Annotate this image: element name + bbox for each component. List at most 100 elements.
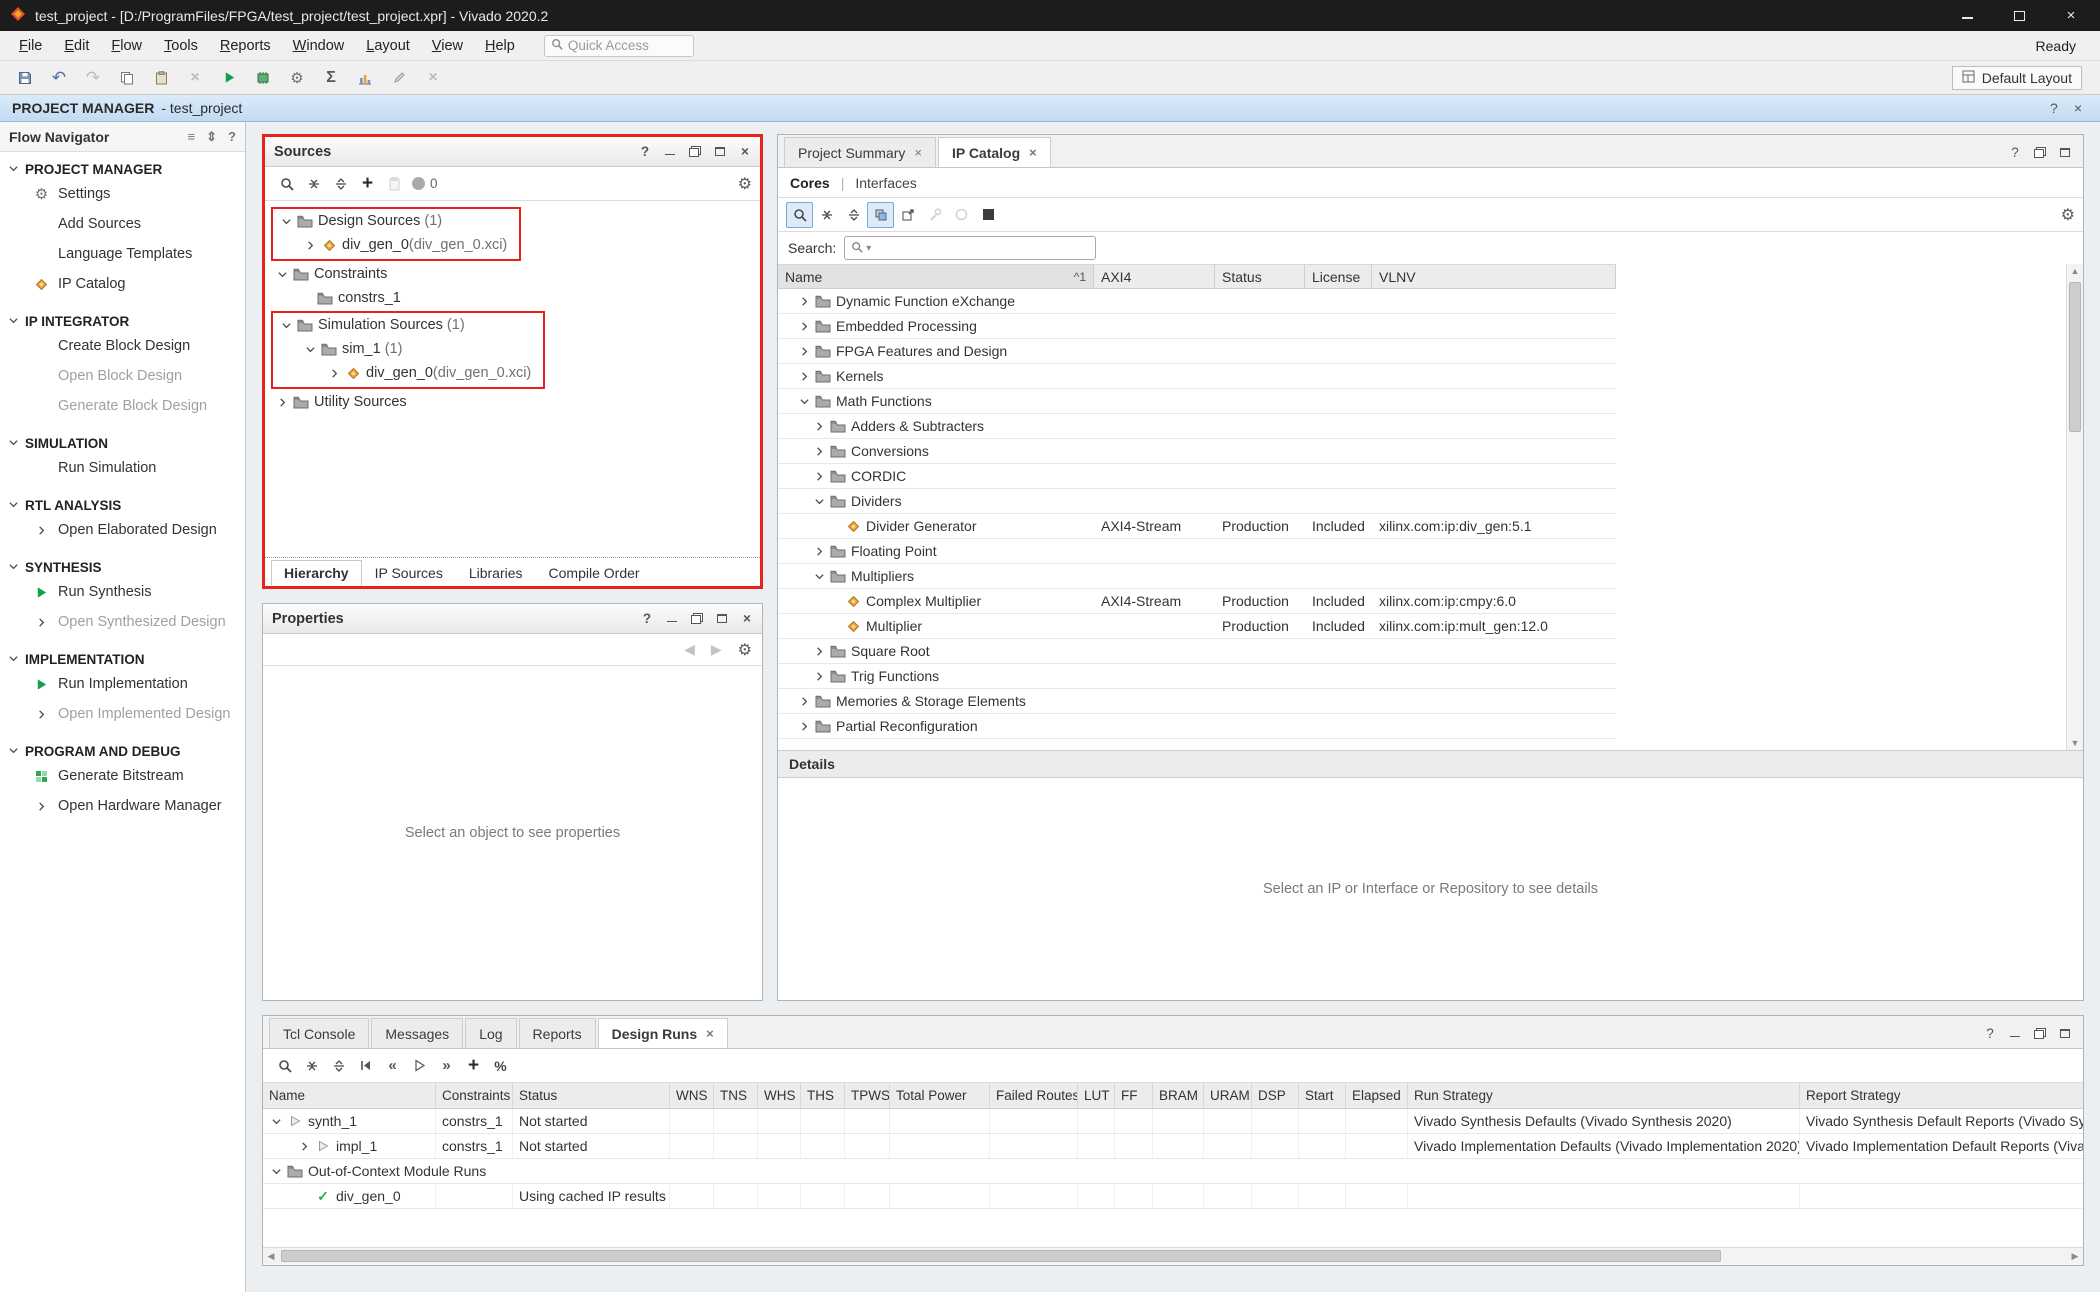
properties-icon[interactable] xyxy=(921,202,948,228)
column-header-status[interactable]: Status xyxy=(513,1083,670,1108)
column-header-vlnv[interactable]: VLNV xyxy=(1372,265,1616,288)
column-header-tns[interactable]: TNS xyxy=(714,1083,758,1108)
minimize-icon[interactable] xyxy=(2009,1031,2021,1037)
chevron-down-icon[interactable] xyxy=(277,216,295,227)
flow-item-create-block-design[interactable]: Create Block Design xyxy=(0,331,245,361)
close-icon[interactable]: × xyxy=(914,145,922,160)
chevron-right-icon[interactable] xyxy=(810,446,828,457)
chevron-right-icon[interactable] xyxy=(795,721,813,732)
create-run-icon[interactable]: + xyxy=(460,1053,487,1079)
ip-row-embedded-processing[interactable]: Embedded Processing xyxy=(778,314,1616,339)
ip-row-dividers[interactable]: Dividers xyxy=(778,489,1616,514)
search-icon[interactable] xyxy=(273,171,300,197)
program-device-icon[interactable] xyxy=(246,64,280,92)
flow-item-run-simulation[interactable]: Run Simulation xyxy=(0,453,245,483)
chevron-down-icon[interactable] xyxy=(277,320,295,331)
collapse-all-icon[interactable] xyxy=(298,1053,325,1079)
delete-icon[interactable]: × xyxy=(178,64,212,92)
menu-edit[interactable]: Edit xyxy=(53,35,100,57)
expand-all-icon[interactable] xyxy=(325,1053,352,1079)
column-header-dsp[interactable]: DSP xyxy=(1252,1083,1299,1108)
ip-row-cordic[interactable]: CORDIC xyxy=(778,464,1616,489)
sources-tab-libraries[interactable]: Libraries xyxy=(456,560,536,586)
vertical-scrollbar[interactable]: ▲ ▼ xyxy=(2066,264,2083,750)
float-icon[interactable] xyxy=(2034,147,2046,158)
cancel-icon[interactable]: × xyxy=(416,64,450,92)
column-header-report-strategy[interactable]: Report Strategy xyxy=(1800,1083,2083,1108)
column-header-total-power[interactable]: Total Power xyxy=(890,1083,990,1108)
close-icon[interactable]: × xyxy=(706,1026,714,1041)
tab-reports[interactable]: Reports xyxy=(519,1018,596,1048)
settings-icon[interactable]: ⚙ xyxy=(280,64,314,92)
window-close-button[interactable]: × xyxy=(2062,7,2080,25)
sources-tab-hierarchy[interactable]: Hierarchy xyxy=(271,560,362,586)
float-icon[interactable] xyxy=(689,146,701,157)
chevron-down-icon[interactable] xyxy=(273,269,291,280)
maximize-icon[interactable] xyxy=(714,147,726,156)
percent-icon[interactable]: % xyxy=(487,1053,514,1079)
chevron-right-icon[interactable] xyxy=(810,471,828,482)
chevron-down-icon[interactable] xyxy=(301,344,319,355)
float-icon[interactable] xyxy=(691,613,703,624)
stop-icon[interactable] xyxy=(975,202,1002,228)
flow-section-header-rtl-analysis[interactable]: RTL ANALYSIS xyxy=(0,496,245,515)
column-header-status[interactable]: Status xyxy=(1215,265,1305,288)
window-maximize-button[interactable] xyxy=(2010,7,2028,25)
flow-item-settings[interactable]: ⚙ Settings xyxy=(0,179,245,209)
flow-section-header-synthesis[interactable]: SYNTHESIS xyxy=(0,558,245,577)
maximize-icon[interactable] xyxy=(2059,1029,2071,1038)
menu-tools[interactable]: Tools xyxy=(153,35,209,57)
chevron-right-icon[interactable] xyxy=(795,371,813,382)
chevron-right-icon[interactable] xyxy=(795,696,813,707)
column-header-name[interactable]: Name xyxy=(263,1083,436,1108)
ip-row-dynamic-function-exchange[interactable]: Dynamic Function eXchange xyxy=(778,289,1616,314)
column-header-start[interactable]: Start xyxy=(1299,1083,1346,1108)
subtab-interfaces[interactable]: Interfaces xyxy=(855,175,916,191)
help-icon[interactable]: ? xyxy=(639,144,651,159)
add-sources-icon[interactable]: + xyxy=(354,171,381,197)
layout-selector[interactable]: Default Layout xyxy=(1952,66,2082,90)
search-icon[interactable] xyxy=(271,1053,298,1079)
chevron-right-icon[interactable] xyxy=(325,368,343,379)
close-icon[interactable]: × xyxy=(741,611,753,626)
group-by-category-icon[interactable] xyxy=(867,202,894,228)
source-node-simulation-sources[interactable]: Simulation Sources(1) xyxy=(273,313,531,337)
flow-item-ip-catalog[interactable]: IP Catalog xyxy=(0,269,245,299)
ip-row-divider-generator[interactable]: Divider Generator AXI4-Stream Production… xyxy=(778,514,1616,539)
help-icon[interactable]: ? xyxy=(2050,100,2058,116)
paste-icon[interactable] xyxy=(144,64,178,92)
quick-access-search[interactable]: Quick Access xyxy=(544,35,694,57)
source-node-div-gen-0[interactable]: div_gen_0 (div_gen_0.xci) xyxy=(273,233,507,257)
column-header-axi4[interactable]: AXI4 xyxy=(1094,265,1215,288)
column-header-elapsed[interactable]: Elapsed xyxy=(1346,1083,1408,1108)
menu-view[interactable]: View xyxy=(421,35,474,57)
tab-messages[interactable]: Messages xyxy=(371,1018,463,1048)
collapse-all-icon[interactable] xyxy=(300,171,327,197)
tab-design-runs[interactable]: Design Runs× xyxy=(598,1018,728,1048)
edit-icon[interactable] xyxy=(382,64,416,92)
ip-row-conversions[interactable]: Conversions xyxy=(778,439,1616,464)
back-arrow-icon[interactable]: ◀ xyxy=(684,641,695,658)
flow-section-header-project-manager[interactable]: PROJECT MANAGER xyxy=(0,160,245,179)
sources-tab-compile-order[interactable]: Compile Order xyxy=(536,560,653,586)
horizontal-scrollbar[interactable]: ◀ ▶ xyxy=(263,1247,2083,1265)
chevron-down-icon[interactable] xyxy=(795,396,813,407)
close-icon[interactable]: × xyxy=(2074,100,2082,116)
chevron-right-icon[interactable] xyxy=(795,296,813,307)
ip-row-adders-subtracters[interactable]: Adders & Subtracters xyxy=(778,414,1616,439)
column-header-whs[interactable]: WHS xyxy=(758,1083,801,1108)
flow-item-add-sources[interactable]: Add Sources xyxy=(0,209,245,239)
chevron-right-icon[interactable] xyxy=(810,421,828,432)
report-chart-icon[interactable] xyxy=(348,64,382,92)
expand-all-icon[interactable] xyxy=(327,171,354,197)
scrollbar-thumb[interactable] xyxy=(281,1250,1721,1262)
ip-row-floating-point[interactable]: Floating Point xyxy=(778,539,1616,564)
scroll-down-icon[interactable]: ▼ xyxy=(2067,736,2083,750)
refresh-icon[interactable] xyxy=(948,202,975,228)
chevron-right-icon[interactable] xyxy=(810,546,828,557)
column-header-wns[interactable]: WNS xyxy=(670,1083,714,1108)
ip-row-multipliers[interactable]: Multipliers xyxy=(778,564,1616,589)
chevron-down-icon[interactable] xyxy=(267,1166,285,1177)
run-icon[interactable] xyxy=(212,64,246,92)
flow-section-header-implementation[interactable]: IMPLEMENTATION xyxy=(0,650,245,669)
